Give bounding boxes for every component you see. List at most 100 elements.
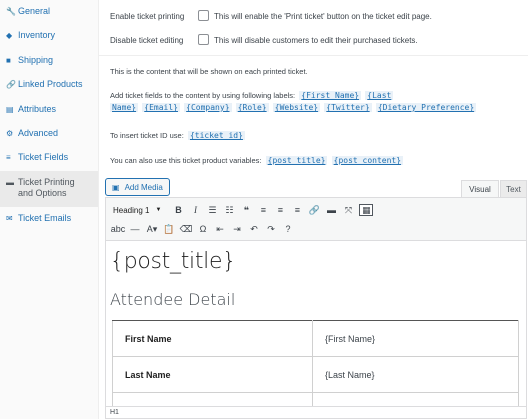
printer-icon: ▬ bbox=[6, 177, 14, 187]
fullscreen-button[interactable]: ⤧ bbox=[340, 202, 356, 218]
row-key: Last Name bbox=[112, 356, 313, 393]
chevron-down-icon: ▼ bbox=[155, 207, 162, 213]
align-right-button[interactable]: ≡ bbox=[289, 202, 305, 218]
text-color-button[interactable]: A▾ bbox=[144, 221, 160, 237]
ticket-printing-panel: Enable ticket printing This will enable … bbox=[99, 0, 528, 419]
ticket-content-intro: This is the content that will be shown o… bbox=[110, 67, 308, 76]
editor-status-path: H1 bbox=[106, 406, 526, 418]
content-post-title: {post_title} bbox=[110, 249, 236, 274]
indent-button[interactable]: ⇥ bbox=[229, 221, 245, 237]
row-key: First Name bbox=[112, 320, 313, 357]
ticket-id-tag: {ticket_id} bbox=[187, 131, 245, 140]
product-var-post-title: {post_title} bbox=[265, 156, 328, 165]
editor-toolbar: Heading 1 ▼ B I ☰ ☷ ❝ ≡ ≡ ≡ 🔗 ▬ ⤧ ▦ abc — A▾ 📋 ⌫ Ω ⇤ ⇥ ↶ ↷? bbox=[106, 198, 526, 241]
undo-button[interactable]: ↶ bbox=[246, 221, 262, 237]
ticket-id-help: To insert ticket ID use: {ticket_id} bbox=[110, 130, 245, 142]
ticket-field-labels-prefix: Add ticket fields to the content by usin… bbox=[110, 91, 296, 100]
bold-button[interactable]: B bbox=[170, 202, 186, 218]
field-tag-company: {Company} bbox=[184, 103, 232, 112]
tab-label: Attributes bbox=[18, 103, 57, 114]
tab-label: General bbox=[18, 6, 51, 16]
add-media-label: Add Media bbox=[124, 182, 163, 192]
horizontal-line-button[interactable]: — bbox=[127, 221, 143, 237]
tab-label: Inventory bbox=[18, 30, 56, 41]
format-select[interactable]: Heading 1 ▼ bbox=[110, 203, 164, 217]
field-tag-website: {Website} bbox=[272, 103, 321, 112]
outdent-button[interactable]: ⇤ bbox=[212, 221, 228, 237]
tab-label: Ticket Emails bbox=[18, 212, 72, 223]
bullet-list-button[interactable]: ☰ bbox=[204, 202, 220, 218]
content-heading: Attendee Detail bbox=[110, 290, 236, 309]
paste-text-button[interactable]: 📋 bbox=[161, 221, 177, 237]
insert-link-button[interactable]: 🔗 bbox=[306, 202, 322, 218]
product-variables-help: You can also use this ticket product var… bbox=[110, 155, 404, 167]
row-key: Email bbox=[112, 392, 313, 406]
clear-formatting-button[interactable]: ⌫ bbox=[178, 221, 194, 237]
align-center-button[interactable]: ≡ bbox=[272, 202, 288, 218]
table-row: First Name {First Name} bbox=[112, 320, 519, 357]
enable-ticket-printing-label: Enable ticket printing bbox=[110, 12, 185, 21]
field-tag-dietary-preference: {Dietary_Preference} bbox=[375, 103, 477, 112]
ticket-field-labels-help: Add ticket fields to the content by usin… bbox=[110, 90, 520, 114]
tab-label: Shipping bbox=[18, 54, 54, 65]
tab-visual[interactable]: Visual bbox=[461, 180, 499, 197]
disable-ticket-editing-checkbox[interactable] bbox=[198, 34, 209, 45]
tab-ticket-printing-and-options[interactable]: ▬ Ticket Printing and Options bbox=[0, 170, 98, 207]
tab-advanced[interactable]: ⚙ Advanced bbox=[0, 122, 98, 146]
enable-ticket-printing-description: This will enable the 'Print ticket' butt… bbox=[214, 12, 432, 21]
field-tag-first-name: {First_Name} bbox=[299, 91, 362, 100]
truck-icon: ■ bbox=[6, 55, 11, 65]
product-data-tabs: 🔧 General ◆ Inventory ■ Shipping 🔗 Linked Produ… bbox=[0, 0, 99, 419]
strikethrough-button[interactable]: abc bbox=[110, 221, 126, 237]
numbered-list-button[interactable]: ☷ bbox=[221, 202, 237, 218]
row-value: {Email} bbox=[312, 392, 519, 406]
toolbar-row-2: abc — A▾ 📋 ⌫ Ω ⇤ ⇥ ↶ ↷? bbox=[110, 221, 297, 237]
blockquote-button[interactable]: ❝ bbox=[238, 202, 254, 218]
disable-ticket-editing-label: Disable ticket editing bbox=[110, 36, 184, 45]
ticket-id-prefix: To insert ticket ID use: bbox=[110, 131, 184, 140]
add-media-button[interactable]: ▣ Add Media bbox=[105, 178, 170, 196]
disable-ticket-editing-description: This will disable customers to edit thei… bbox=[214, 36, 418, 45]
special-character-button[interactable]: Ω bbox=[195, 221, 211, 237]
field-tag-email: {Email} bbox=[142, 103, 180, 112]
field-tag-twitter: {Twitter} bbox=[324, 103, 372, 112]
toolbar-toggle-button[interactable]: ▦ bbox=[359, 204, 374, 216]
ticket-content-editor: Heading 1 ▼ B I ☰ ☷ ❝ ≡ ≡ ≡ 🔗 ▬ ⤧ ▦ abc — A▾ 📋 ⌫ Ω ⇤ ⇥ ↶ ↷? … bbox=[105, 197, 527, 419]
menu-icon: ≡ bbox=[6, 153, 11, 163]
tab-linked-products[interactable]: 🔗 Linked Products bbox=[0, 73, 98, 97]
tab-ticket-fields[interactable]: ≡ Ticket Fields bbox=[0, 146, 98, 170]
tab-inventory[interactable]: ◆ Inventory bbox=[0, 24, 98, 48]
format-select-value: Heading 1 bbox=[113, 205, 150, 215]
toolbar-row-1: Heading 1 ▼ B I ☰ ☷ ❝ ≡ ≡ ≡ 🔗 ▬ ⤧ ▦ bbox=[110, 202, 374, 218]
tab-attributes[interactable]: ▤ Attributes bbox=[0, 98, 98, 122]
table-row: Last Name {Last Name} bbox=[112, 356, 519, 393]
tab-label: Ticket Fields bbox=[18, 152, 69, 163]
enable-ticket-printing-checkbox[interactable] bbox=[198, 10, 209, 21]
gear-icon: ⚙ bbox=[6, 128, 14, 138]
attendee-detail-table: First Name {First Name} Last Name {Last Nam… bbox=[112, 320, 519, 406]
field-tag-role: {Role} bbox=[235, 103, 269, 112]
tab-general[interactable]: 🔧 General bbox=[0, 0, 98, 24]
row-value: {Last Name} bbox=[312, 356, 519, 393]
table-row: Email{Email} bbox=[112, 392, 519, 406]
italic-button[interactable]: I bbox=[187, 202, 203, 218]
redo-button[interactable]: ↷ bbox=[263, 221, 279, 237]
align-left-button[interactable]: ≡ bbox=[255, 202, 271, 218]
tab-label: Advanced bbox=[18, 127, 59, 138]
row-value: {First Name} bbox=[312, 320, 519, 357]
tab-shipping[interactable]: ■ Shipping bbox=[0, 49, 98, 73]
list-icon: ▤ bbox=[6, 104, 14, 114]
wrench-icon: 🔧 bbox=[6, 7, 16, 16]
field-tag-name: Name} bbox=[110, 103, 139, 112]
field-tag-last: {Last bbox=[365, 91, 394, 100]
tab-text[interactable]: Text bbox=[500, 180, 527, 197]
help-button[interactable]: ? bbox=[280, 221, 296, 237]
read-more-button[interactable]: ▬ bbox=[323, 202, 339, 218]
tab-label: Ticket Printing and Options bbox=[18, 176, 75, 198]
product-var-post-content: {post_content} bbox=[331, 156, 404, 165]
editor-content-area[interactable]: {post_title} Attendee Detail First Name{… bbox=[106, 242, 526, 406]
tab-label: Linked Products bbox=[18, 79, 83, 90]
product-variables-prefix: You can also use this ticket product var… bbox=[110, 156, 262, 165]
tab-ticket-emails[interactable]: ✉ Ticket Emails bbox=[0, 207, 98, 231]
section-divider bbox=[99, 55, 528, 56]
